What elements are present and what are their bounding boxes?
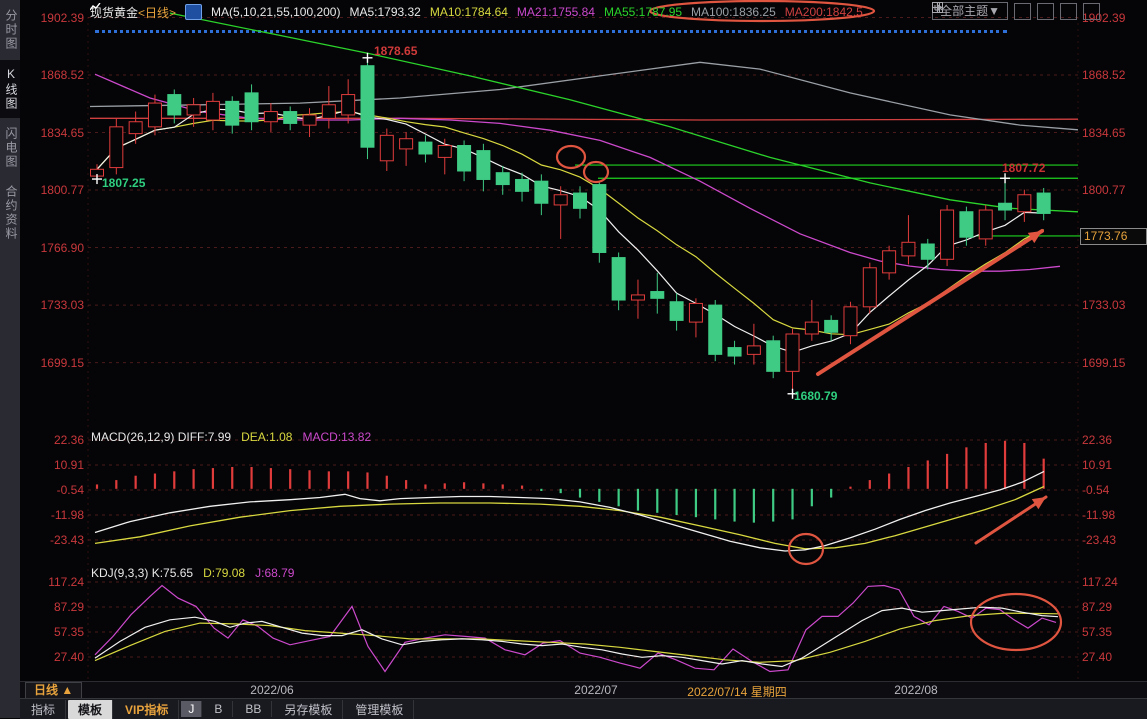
main-price-axis-label: 1902.39: [32, 11, 84, 25]
kdj-axis-label: 27.40: [32, 650, 84, 664]
macd-title: MACD(26,12,9) DIFF:7.99: [91, 430, 231, 444]
left-sidebar: 分时图 K线图 闪电图 合约资料: [0, 0, 20, 718]
ma200-value: MA200:1842.5: [785, 5, 863, 19]
macd-dea-value: DEA:1.08: [241, 430, 292, 444]
kdj-j-value: J:68.79: [255, 566, 294, 580]
main-price-axis-label-right: 1733.03: [1082, 298, 1125, 312]
macd-axis-label-right: -0.54: [1082, 483, 1109, 497]
crosshair-move-icon[interactable]: [1014, 3, 1031, 20]
main-price-axis-label: 1834.65: [32, 126, 84, 140]
ma55-value: MA55:1787.95: [604, 5, 682, 19]
period-selector[interactable]: 日线 ▲: [25, 682, 82, 699]
main-price-axis-label: 1766.90: [32, 241, 84, 255]
date-label: 2022/07: [574, 683, 617, 697]
toolbar-item-j[interactable]: J: [181, 701, 202, 717]
pane-exit-icon[interactable]: [1083, 3, 1100, 20]
toolbar-item-bb[interactable]: BB: [235, 701, 272, 717]
toolbar-item-save-template[interactable]: 另存模板: [274, 700, 343, 719]
sidebar-item-kline-chart[interactable]: K线图: [0, 60, 20, 118]
last-price-badge: 1773.76: [1080, 228, 1147, 245]
main-price-axis-label: 1800.77: [32, 183, 84, 197]
sidebar-item-timeshare-chart[interactable]: 分时图: [0, 2, 20, 58]
main-price-axis-label-right: 1699.15: [1082, 356, 1125, 370]
main-price-axis-label: 1699.15: [32, 356, 84, 370]
toolbar-item-manage-template[interactable]: 管理模板: [345, 700, 414, 719]
pane-layout-left-icon[interactable]: [1037, 3, 1054, 20]
chart-header: 现货黄金<日线> MA(5,10,21,55,100,200) MA5:1793…: [90, 3, 863, 21]
header-right-controls: 全部主题▼: [932, 2, 1100, 20]
toolbar-item-vip-indicators[interactable]: VIP指标: [115, 700, 179, 719]
macd-axis-label: 22.36: [32, 433, 84, 447]
main-price-axis-label-right: 1868.52: [1082, 68, 1125, 82]
ma100-value: MA100:1836.25: [691, 5, 776, 19]
kdj-axis-label-right: 117.24: [1082, 575, 1118, 589]
macd-macd-value: MACD:13.82: [302, 430, 371, 444]
toolbar-item-templates[interactable]: 模板: [68, 700, 113, 719]
macd-axis-label: -0.54: [32, 483, 84, 497]
main-price-axis-label-right: 1834.65: [1082, 126, 1125, 140]
date-label: 2022/08: [894, 683, 937, 697]
pane-layout-right-icon[interactable]: [1060, 3, 1077, 20]
theme-dropdown-button[interactable]: 全部主题▼: [932, 2, 1008, 20]
toolbar-item-indicators[interactable]: 指标: [21, 700, 66, 719]
bottom-toolbar: 指标 模板 VIP指标 J B BB 另存模板 管理模板: [20, 698, 1147, 719]
price-point-label: 1807.25: [102, 176, 145, 190]
trading-app-window: { "header": { "symbol": "现货黄金", "period_…: [0, 0, 1147, 718]
kdj-axis-label: 57.35: [32, 625, 84, 639]
kdj-axis-label-right: 27.40: [1082, 650, 1112, 664]
macd-panel-header: MACD(26,12,9) DIFF:7.99 DEA:1.08 MACD:13…: [91, 430, 371, 444]
kdj-axis-label-right: 57.35: [1082, 625, 1112, 639]
kdj-axis-label-right: 87.29: [1082, 600, 1112, 614]
sidebar-item-lightning-chart[interactable]: 闪电图: [0, 120, 20, 176]
macd-lines: [95, 471, 1044, 551]
main-price-axis-label: 1733.03: [32, 298, 84, 312]
kdj-d-value: D:79.08: [203, 566, 245, 580]
ma10-value: MA10:1784.64: [430, 5, 508, 19]
sidebar-item-contract-info[interactable]: 合约资料: [0, 178, 20, 248]
macd-axis-label-right: -23.43: [1082, 533, 1116, 547]
macd-axis-label-right: -11.98: [1082, 508, 1115, 522]
ma-settings-label: MA(5,10,21,55,100,200): [211, 5, 340, 19]
price-point-label: 1878.65: [374, 44, 417, 58]
ma5-value: MA5:1793.32: [349, 5, 420, 19]
macd-axis-label: -23.43: [32, 533, 84, 547]
macd-axis-label: 10.91: [32, 458, 84, 472]
date-label: 2022/06: [250, 683, 293, 697]
macd-histogram: [97, 441, 1044, 523]
candlestick-series: [91, 58, 1051, 394]
main-price-axis-label: 1868.52: [32, 68, 84, 82]
kline-chart-icon: [185, 4, 202, 20]
date-axis-bar: 日线 ▲ 2022/062022/072022/07/14 星期四2022/08: [20, 681, 1147, 699]
main-price-axis-label-right: 1800.77: [1082, 183, 1125, 197]
symbol-title: 现货黄金<日线>: [90, 4, 176, 21]
toolbar-item-b[interactable]: B: [204, 701, 233, 717]
chart-canvas[interactable]: [0, 0, 1147, 718]
kdj-axis-label: 117.24: [32, 575, 84, 589]
kdj-title: KDJ(9,3,3) K:75.65: [91, 566, 193, 580]
price-point-label: 1807.72: [1002, 161, 1045, 175]
kdj-lines: [95, 586, 1058, 672]
ma21-value: MA21:1755.84: [517, 5, 595, 19]
price-point-label: 1680.79: [794, 389, 837, 403]
macd-axis-label-right: 22.36: [1082, 433, 1112, 447]
period-tag: <日线>: [138, 6, 176, 20]
macd-axis-label: -11.98: [32, 508, 84, 522]
kdj-axis-label: 87.29: [32, 600, 84, 614]
kdj-panel-header: KDJ(9,3,3) K:75.65 D:79.08 J:68.79: [91, 566, 294, 580]
macd-axis-label-right: 10.91: [1082, 458, 1112, 472]
